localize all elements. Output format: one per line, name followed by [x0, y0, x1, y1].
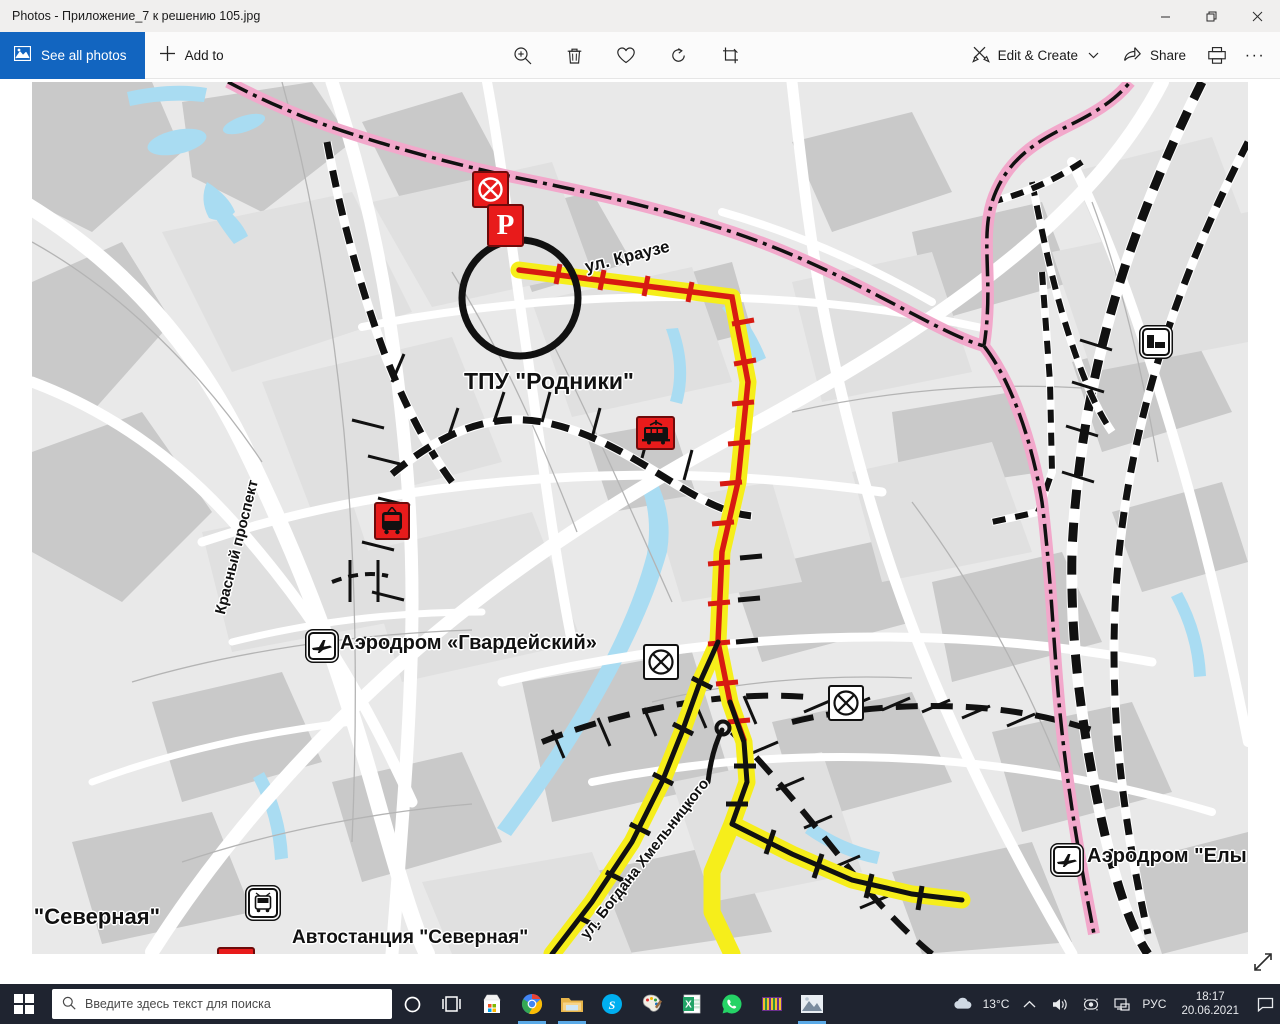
print-button[interactable] — [1200, 39, 1234, 73]
close-button[interactable] — [1234, 0, 1280, 32]
clock-time: 18:17 — [1195, 990, 1225, 1003]
windows-taskbar: Введите здесь текст для поиска S X 13°C … — [0, 984, 1280, 1024]
share-button[interactable]: Share — [1113, 39, 1196, 73]
zoom-button[interactable] — [505, 39, 539, 73]
taskbar-clock[interactable]: 18:17 20.06.2021 — [1175, 990, 1245, 1019]
map-graphics — [32, 82, 1248, 954]
trolleybus-sign-red-severnaya — [217, 947, 255, 954]
toolbar-right-actions: Edit & Create Share ··· — [962, 32, 1272, 79]
webcam-icon[interactable] — [1080, 997, 1102, 1012]
airfield-sign-gvardeysky — [308, 632, 336, 660]
see-all-photos-button[interactable]: See all photos — [0, 31, 145, 79]
svg-text:S: S — [609, 998, 616, 1012]
taskbar-app-skype[interactable]: S — [592, 984, 632, 1024]
language-indicator[interactable]: РУС — [1142, 997, 1166, 1011]
search-placeholder: Введите здесь текст для поиска — [85, 997, 271, 1011]
weather-icon[interactable] — [952, 996, 974, 1012]
map-label-avtostanciya-severnaya: Автостанция "Северная" — [292, 927, 529, 948]
minimize-button[interactable] — [1142, 0, 1188, 32]
no-stopping-sign-white-2 — [828, 685, 864, 721]
edit-create-label: Edit & Create — [997, 48, 1078, 63]
bus-station-sign — [248, 888, 278, 918]
edit-create-icon — [971, 45, 990, 66]
resize-grip-icon[interactable] — [1252, 951, 1274, 978]
map-image: P ул. Краузе ТПУ "Родники" Красный просп… — [32, 82, 1248, 954]
taskbar-app-winrar[interactable] — [752, 984, 792, 1024]
toolbar-center-actions — [505, 32, 747, 79]
more-options-button[interactable]: ··· — [1238, 39, 1272, 73]
taskbar-app-microsoft-store[interactable] — [472, 984, 512, 1024]
taskbar-app-file-explorer[interactable] — [552, 984, 592, 1024]
taskbar-search[interactable]: Введите здесь текст для поиска — [52, 989, 392, 1019]
action-center-icon[interactable] — [1254, 997, 1276, 1012]
taskbar-app-photos[interactable] — [792, 984, 832, 1024]
no-stopping-sign-red — [472, 171, 509, 208]
desktop: Photos - Приложение_7 к решению 105.jpg — [0, 0, 1280, 1024]
map-label-aerodrom-gvardeysky: Аэродром «Гвардейский» — [340, 632, 597, 654]
network-icon[interactable] — [1111, 997, 1133, 1012]
svg-text:X: X — [685, 1000, 692, 1011]
taskbar-app-whatsapp[interactable] — [712, 984, 752, 1024]
plus-icon — [159, 45, 176, 65]
share-icon — [1123, 45, 1142, 66]
railway-station-sign — [1142, 328, 1170, 356]
show-hidden-icons-button[interactable] — [1018, 1000, 1040, 1009]
search-icon — [62, 996, 76, 1013]
favorite-button[interactable] — [609, 39, 643, 73]
edit-create-button[interactable]: Edit & Create — [962, 39, 1109, 73]
taskbar-app-google-chrome[interactable] — [512, 984, 552, 1024]
no-stopping-sign-white-1 — [643, 644, 679, 680]
window-controls — [1142, 0, 1280, 32]
airfield-sign-elcovka — [1053, 846, 1081, 874]
trolleybus-sign-red — [374, 502, 410, 540]
app-toolbar: See all photos Add to Edit & Create Shar… — [0, 31, 1280, 79]
rotate-button[interactable] — [661, 39, 695, 73]
taskbar-app-task-view[interactable] — [432, 984, 472, 1024]
see-all-photos-label: See all photos — [41, 47, 127, 63]
taskbar-app-paint[interactable] — [632, 984, 672, 1024]
clock-date: 20.06.2021 — [1181, 1005, 1239, 1017]
add-to-label: Add to — [184, 47, 224, 63]
tram-sign-red-krauze — [636, 416, 675, 450]
chevron-down-icon — [1088, 51, 1099, 61]
photo-viewer[interactable]: P ул. Краузе ТПУ "Родники" Красный просп… — [0, 79, 1280, 984]
map-label-severnaya: У "Северная" — [32, 904, 161, 929]
ellipsis-icon: ··· — [1244, 46, 1266, 64]
share-label: Share — [1149, 48, 1186, 63]
delete-button[interactable] — [557, 39, 591, 73]
parking-sign-red: P — [487, 204, 524, 247]
taskbar-app-cortana[interactable] — [392, 984, 432, 1024]
volume-icon[interactable] — [1049, 997, 1071, 1012]
weather-temperature[interactable]: 13°C — [983, 997, 1010, 1011]
system-tray: 13°C РУС 18:17 20.06.2021 — [952, 984, 1280, 1024]
crop-button[interactable] — [713, 39, 747, 73]
add-to-button[interactable]: Add to — [145, 32, 240, 79]
window-title: Photos - Приложение_7 к решению 105.jpg — [12, 9, 261, 23]
start-button[interactable] — [0, 984, 48, 1024]
map-label-tpu-rodniki: ТПУ "Родники" — [464, 368, 634, 394]
map-label-aerodrom-elcovka: Аэродром "Елы — [1087, 845, 1247, 867]
restore-button[interactable] — [1188, 0, 1234, 32]
window-title-bar: Photos - Приложение_7 к решению 105.jpg — [0, 0, 1280, 32]
taskbar-app-excel[interactable]: X — [672, 984, 712, 1024]
photos-collection-icon — [13, 45, 32, 64]
